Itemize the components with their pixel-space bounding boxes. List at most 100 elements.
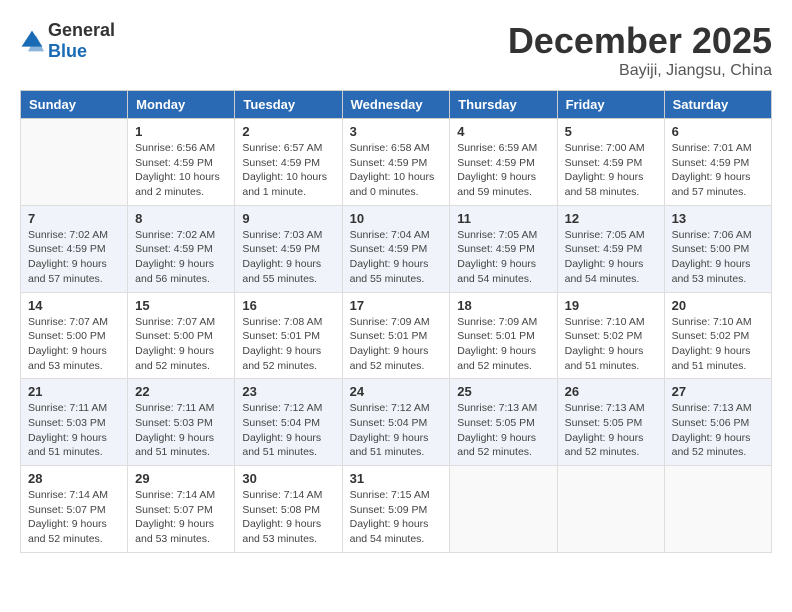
calendar-cell: [21, 119, 128, 206]
day-number: 6: [672, 124, 764, 139]
calendar-cell: 14 Sunrise: 7:07 AM Sunset: 5:00 PM Dayli…: [21, 292, 128, 379]
day-number: 12: [565, 211, 657, 226]
calendar-cell: 26Sunrise: 7:13 AM Sunset: 5:05 PM Dayli…: [557, 379, 664, 466]
day-header-saturday: Saturday: [664, 91, 771, 119]
calendar-cell: 6 Sunrise: 7:01 AM Sunset: 4:59 PM Daylig…: [664, 119, 771, 206]
day-info: Sunrise: 7:11 AM Sunset: 5:03 PM Dayligh…: [135, 401, 227, 460]
logo-text-general: General: [48, 20, 115, 40]
calendar-cell: 11Sunrise: 7:05 AM Sunset: 4:59 PM Dayli…: [450, 205, 557, 292]
calendar-cell: 31Sunrise: 7:15 AM Sunset: 5:09 PM Dayli…: [342, 466, 450, 553]
day-header-thursday: Thursday: [450, 91, 557, 119]
calendar-cell: 2 Sunrise: 6:57 AM Sunset: 4:59 PM Daylig…: [235, 119, 342, 206]
calendar-cell: [450, 466, 557, 553]
day-info: Sunrise: 7:07 AM Sunset: 5:00 PM Dayligh…: [28, 315, 120, 374]
calendar-cell: 8Sunrise: 7:02 AM Sunset: 4:59 PM Daylig…: [128, 205, 235, 292]
day-number: 16: [242, 298, 334, 313]
title-area: December 2025 Bayiji, Jiangsu, China: [508, 20, 772, 80]
calendar-cell: 1 Sunrise: 6:56 AM Sunset: 4:59 PM Daylig…: [128, 119, 235, 206]
calendar-cell: 30 Sunrise: 7:14 AM Sunset: 5:08 PM Dayli…: [235, 466, 342, 553]
day-number: 3: [350, 124, 443, 139]
calendar-cell: 22 Sunrise: 7:11 AM Sunset: 5:03 PM Dayli…: [128, 379, 235, 466]
day-info: Sunrise: 7:08 AM Sunset: 5:01 PM Dayligh…: [242, 315, 334, 374]
calendar-cell: 5Sunrise: 7:00 AM Sunset: 4:59 PM Daylig…: [557, 119, 664, 206]
day-number: 9: [242, 211, 334, 226]
calendar-cell: 13 Sunrise: 7:06 AM Sunset: 5:00 PM Dayli…: [664, 205, 771, 292]
day-number: 1: [135, 124, 227, 139]
calendar-cell: 29 Sunrise: 7:14 AM Sunset: 5:07 PM Dayli…: [128, 466, 235, 553]
day-number: 21: [28, 384, 120, 399]
logo-text-blue: Blue: [48, 41, 87, 61]
day-info: Sunrise: 6:58 AM Sunset: 4:59 PM Dayligh…: [350, 141, 443, 200]
day-number: 2: [242, 124, 334, 139]
calendar-cell: 7Sunrise: 7:02 AM Sunset: 4:59 PM Daylig…: [21, 205, 128, 292]
calendar-cell: 28Sunrise: 7:14 AM Sunset: 5:07 PM Dayli…: [21, 466, 128, 553]
day-number: 19: [565, 298, 657, 313]
day-info: Sunrise: 7:14 AM Sunset: 5:07 PM Dayligh…: [135, 488, 227, 547]
day-info: Sunrise: 7:14 AM Sunset: 5:08 PM Dayligh…: [242, 488, 334, 547]
day-number: 22: [135, 384, 227, 399]
day-number: 23: [242, 384, 334, 399]
day-info: Sunrise: 7:09 AM Sunset: 5:01 PM Dayligh…: [457, 315, 549, 374]
day-number: 11: [457, 211, 549, 226]
day-number: 27: [672, 384, 764, 399]
day-number: 31: [350, 471, 443, 486]
day-info: Sunrise: 7:13 AM Sunset: 5:05 PM Dayligh…: [457, 401, 549, 460]
logo: General Blue: [20, 20, 115, 62]
day-number: 30: [242, 471, 334, 486]
day-info: Sunrise: 6:59 AM Sunset: 4:59 PM Dayligh…: [457, 141, 549, 200]
day-info: Sunrise: 7:13 AM Sunset: 5:06 PM Dayligh…: [672, 401, 764, 460]
calendar-week-row: 14 Sunrise: 7:07 AM Sunset: 5:00 PM Dayli…: [21, 292, 772, 379]
calendar-cell: 24Sunrise: 7:12 AM Sunset: 5:04 PM Dayli…: [342, 379, 450, 466]
day-info: Sunrise: 6:56 AM Sunset: 4:59 PM Dayligh…: [135, 141, 227, 200]
calendar-cell: 3 Sunrise: 6:58 AM Sunset: 4:59 PM Daylig…: [342, 119, 450, 206]
day-number: 24: [350, 384, 443, 399]
day-info: Sunrise: 7:07 AM Sunset: 5:00 PM Dayligh…: [135, 315, 227, 374]
calendar: SundayMondayTuesdayWednesdayThursdayFrid…: [20, 90, 772, 553]
day-info: Sunrise: 7:11 AM Sunset: 5:03 PM Dayligh…: [28, 401, 120, 460]
day-number: 25: [457, 384, 549, 399]
day-number: 15: [135, 298, 227, 313]
day-number: 13: [672, 211, 764, 226]
day-info: Sunrise: 7:06 AM Sunset: 5:00 PM Dayligh…: [672, 228, 764, 287]
calendar-cell: 21 Sunrise: 7:11 AM Sunset: 5:03 PM Dayli…: [21, 379, 128, 466]
calendar-cell: 15 Sunrise: 7:07 AM Sunset: 5:00 PM Dayli…: [128, 292, 235, 379]
calendar-week-row: 21 Sunrise: 7:11 AM Sunset: 5:03 PM Dayli…: [21, 379, 772, 466]
day-number: 20: [672, 298, 764, 313]
location-title: Bayiji, Jiangsu, China: [508, 62, 772, 80]
day-header-monday: Monday: [128, 91, 235, 119]
day-header-sunday: Sunday: [21, 91, 128, 119]
day-info: Sunrise: 7:09 AM Sunset: 5:01 PM Dayligh…: [350, 315, 443, 374]
day-header-friday: Friday: [557, 91, 664, 119]
logo-icon: [20, 29, 44, 53]
month-title: December 2025: [508, 20, 772, 62]
day-number: 18: [457, 298, 549, 313]
day-number: 7: [28, 211, 120, 226]
day-number: 5: [565, 124, 657, 139]
day-info: Sunrise: 7:10 AM Sunset: 5:02 PM Dayligh…: [565, 315, 657, 374]
day-number: 29: [135, 471, 227, 486]
calendar-cell: [664, 466, 771, 553]
calendar-week-row: 7Sunrise: 7:02 AM Sunset: 4:59 PM Daylig…: [21, 205, 772, 292]
day-info: Sunrise: 6:57 AM Sunset: 4:59 PM Dayligh…: [242, 141, 334, 200]
day-info: Sunrise: 7:12 AM Sunset: 5:04 PM Dayligh…: [242, 401, 334, 460]
calendar-cell: 16 Sunrise: 7:08 AM Sunset: 5:01 PM Dayli…: [235, 292, 342, 379]
day-info: Sunrise: 7:05 AM Sunset: 4:59 PM Dayligh…: [565, 228, 657, 287]
calendar-cell: 27 Sunrise: 7:13 AM Sunset: 5:06 PM Dayli…: [664, 379, 771, 466]
header: General Blue December 2025 Bayiji, Jiang…: [20, 20, 772, 80]
day-header-tuesday: Tuesday: [235, 91, 342, 119]
day-info: Sunrise: 7:14 AM Sunset: 5:07 PM Dayligh…: [28, 488, 120, 547]
day-info: Sunrise: 7:04 AM Sunset: 4:59 PM Dayligh…: [350, 228, 443, 287]
calendar-header-row: SundayMondayTuesdayWednesdayThursdayFrid…: [21, 91, 772, 119]
day-info: Sunrise: 7:01 AM Sunset: 4:59 PM Dayligh…: [672, 141, 764, 200]
calendar-cell: 4Sunrise: 6:59 AM Sunset: 4:59 PM Daylig…: [450, 119, 557, 206]
day-info: Sunrise: 7:10 AM Sunset: 5:02 PM Dayligh…: [672, 315, 764, 374]
day-number: 14: [28, 298, 120, 313]
day-info: Sunrise: 7:03 AM Sunset: 4:59 PM Dayligh…: [242, 228, 334, 287]
calendar-cell: 17Sunrise: 7:09 AM Sunset: 5:01 PM Dayli…: [342, 292, 450, 379]
calendar-cell: 23 Sunrise: 7:12 AM Sunset: 5:04 PM Dayli…: [235, 379, 342, 466]
calendar-cell: 20 Sunrise: 7:10 AM Sunset: 5:02 PM Dayli…: [664, 292, 771, 379]
day-number: 8: [135, 211, 227, 226]
day-number: 26: [565, 384, 657, 399]
calendar-cell: 10Sunrise: 7:04 AM Sunset: 4:59 PM Dayli…: [342, 205, 450, 292]
calendar-week-row: 1 Sunrise: 6:56 AM Sunset: 4:59 PM Daylig…: [21, 119, 772, 206]
